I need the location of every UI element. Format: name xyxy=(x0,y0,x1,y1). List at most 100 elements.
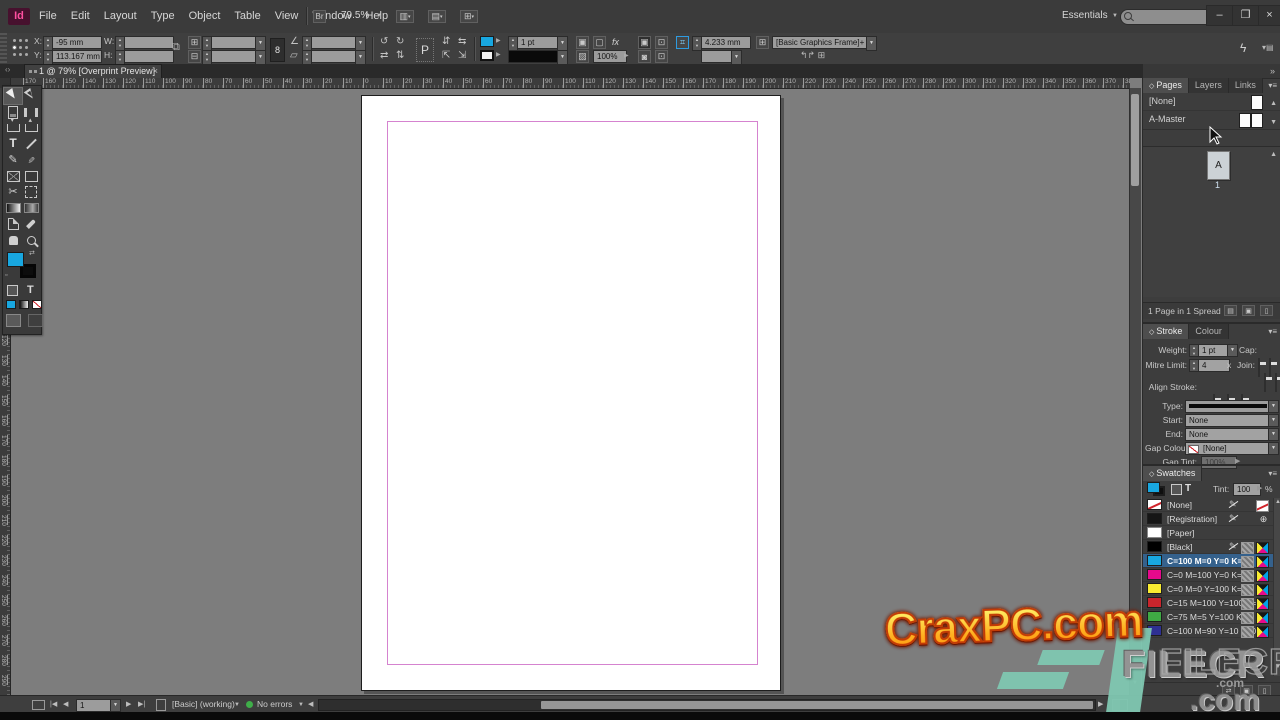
normal-view-button[interactable] xyxy=(6,314,21,327)
scale-y-field[interactable] xyxy=(211,50,257,63)
gradient-feather-tool[interactable] xyxy=(22,200,40,216)
corner-shape-field[interactable] xyxy=(701,50,733,63)
end-field[interactable]: None xyxy=(1185,428,1271,441)
scroll-up-icon[interactable]: ▲ xyxy=(1270,96,1277,112)
wrap-around-button[interactable]: ⊡ xyxy=(655,36,668,49)
menu-edit[interactable]: Edit xyxy=(64,8,97,25)
zoom-tool[interactable] xyxy=(22,232,40,248)
rotate-cw-icon[interactable]: ↻ xyxy=(396,36,404,47)
rotate-content-icon[interactable]: ⇆ xyxy=(458,36,466,47)
page-number-label[interactable]: 1 xyxy=(1207,180,1228,190)
panel-menu-icon[interactable]: ▾≡ xyxy=(1264,324,1280,339)
corner-shape-dropdown[interactable] xyxy=(731,50,742,65)
fill-color-swatch[interactable] xyxy=(480,36,494,47)
tab-swatches[interactable]: ◇ Swatches xyxy=(1143,466,1203,481)
rotation-angle-field[interactable] xyxy=(311,36,357,49)
stroke-type-dropdown[interactable] xyxy=(557,50,568,65)
cap-butt-icon[interactable] xyxy=(1258,358,1260,377)
errors-status-label[interactable]: No errors xyxy=(257,696,292,713)
hand-tool[interactable] xyxy=(4,232,22,248)
formatting-affects-text-button[interactable]: T xyxy=(27,285,34,296)
line-tool[interactable] xyxy=(22,136,40,152)
swatch-row[interactable]: C=100 M=0 Y=0 K=0 xyxy=(1143,554,1273,568)
fit-frame-icon[interactable]: ⇲ xyxy=(458,50,466,61)
horizontal-scrollbar[interactable] xyxy=(318,699,1096,711)
last-page-button[interactable]: ▶| xyxy=(138,696,145,713)
default-fill-stroke-icon[interactable]: ▫ xyxy=(5,272,7,279)
selection-tool[interactable] xyxy=(3,87,23,105)
swatch-row[interactable]: [Black] xyxy=(1143,540,1273,554)
first-page-button[interactable]: |◀ xyxy=(50,696,57,713)
content-collector-tool[interactable] xyxy=(4,116,22,136)
tab-stroke[interactable]: ◇ Stroke xyxy=(1143,324,1190,339)
start-dropdown[interactable] xyxy=(1268,414,1279,427)
swatch-row[interactable]: [None] xyxy=(1143,498,1273,512)
opacity-field[interactable]: 100% xyxy=(593,50,627,63)
horizontal-ruler[interactable]: 170 160 150 140 130 120 110 100 90 80 70 60 50 40 30 20… xyxy=(10,78,1130,89)
preflight-profile-label[interactable]: [Basic] (working) xyxy=(172,696,235,713)
scroll-up-icon[interactable]: ▲ xyxy=(1275,499,1280,505)
fit-content-icon[interactable]: ⇱ xyxy=(442,50,450,61)
fill-dropdown-arrow[interactable]: ▶ xyxy=(496,36,501,47)
flip-both-icon[interactable]: ⇵ xyxy=(442,36,450,47)
effects-button[interactable]: ▢ xyxy=(593,36,606,49)
document-page[interactable] xyxy=(361,95,781,691)
minimize-button[interactable]: – xyxy=(1206,5,1233,26)
stroke-type-field[interactable] xyxy=(508,50,559,63)
object-style-dropdown[interactable] xyxy=(866,36,877,51)
flip-horizontal-icon[interactable]: ⇄ xyxy=(380,50,388,61)
menu-object[interactable]: Object xyxy=(182,8,228,25)
page-number-dropdown[interactable] xyxy=(110,699,121,712)
scale-x-dropdown[interactable] xyxy=(255,36,266,51)
stroke-type-dropdown[interactable] xyxy=(1268,400,1279,413)
type-tool[interactable] xyxy=(4,136,22,152)
scroll-right-icon[interactable]: ▶ xyxy=(1098,696,1103,713)
fill-proxy-small[interactable] xyxy=(1147,482,1160,493)
panel-menu-icon[interactable]: ▾≡ xyxy=(1264,78,1280,93)
mitre-field[interactable]: 4 xyxy=(1198,359,1230,372)
chevron-down-icon[interactable]: ▼ xyxy=(1112,13,1118,19)
tab-layers[interactable]: Layers xyxy=(1188,78,1229,93)
chevron-down-icon[interactable]: ▼ xyxy=(376,13,382,19)
rotate-ccw-icon[interactable]: ↺ xyxy=(380,36,388,47)
preview-view-button[interactable] xyxy=(28,314,43,327)
collapse-dock-icon[interactable]: » xyxy=(1270,66,1275,76)
view-options-button[interactable]: ▥ ▾ xyxy=(396,10,414,23)
x-position-field[interactable]: -95 mm xyxy=(52,36,102,49)
wrap-none-button[interactable]: ▣ xyxy=(638,36,651,49)
menu-view[interactable]: View xyxy=(268,8,306,25)
object-style-field[interactable]: [Basic Graphics Frame]+ xyxy=(772,36,868,49)
cap-round-icon[interactable] xyxy=(1269,358,1271,377)
gap-colour-dropdown[interactable] xyxy=(1268,442,1279,455)
free-transform-tool[interactable] xyxy=(22,184,40,200)
horizontal-scrollbar-thumb[interactable] xyxy=(541,701,1093,709)
panel-options-icon[interactable]: ▾▤ xyxy=(1262,43,1274,52)
next-page-button[interactable]: ▶ xyxy=(126,696,131,713)
page-thumbnail[interactable]: A xyxy=(1207,151,1230,180)
page-number-field[interactable]: 1 xyxy=(76,699,114,712)
scroll-down-icon[interactable]: ▼ xyxy=(1270,115,1277,131)
corner-options-icon[interactable]: ⌗ xyxy=(676,36,689,49)
preset-dropdown-icon[interactable]: ▼ xyxy=(234,702,240,708)
menu-file[interactable]: File xyxy=(32,8,64,25)
eyedropper-tool[interactable] xyxy=(22,216,40,232)
drop-shadow-button[interactable]: ▣ xyxy=(576,36,589,49)
flip-vertical-icon[interactable]: ⇅ xyxy=(396,50,404,61)
formatting-affects-container-button[interactable] xyxy=(7,285,18,296)
direct-selection-tool[interactable] xyxy=(22,88,40,104)
rectangle-tool[interactable] xyxy=(22,168,40,184)
tab-colour[interactable]: Colour xyxy=(1189,324,1229,339)
panel-menu-icon[interactable]: ▾≡ xyxy=(1264,466,1280,481)
fx-button[interactable]: fx xyxy=(612,36,619,49)
screen-mode-button[interactable]: ▤ ▾ xyxy=(428,10,446,23)
apply-gradient-button[interactable] xyxy=(19,300,29,309)
stroke-dropdown-arrow[interactable]: ▶ xyxy=(496,50,501,61)
constrain-proportions-icon[interactable]: ⧉ xyxy=(172,41,180,54)
tab-pages[interactable]: ◇ Pages xyxy=(1143,78,1189,93)
gradient-swatch-tool[interactable] xyxy=(4,200,22,216)
tab-close-icon[interactable]: × xyxy=(153,65,158,78)
stroke-type-field[interactable] xyxy=(1185,400,1271,413)
swatch-row[interactable]: [Registration] xyxy=(1143,512,1273,526)
content-placer-tool[interactable] xyxy=(22,116,40,136)
join-round-icon[interactable] xyxy=(1275,373,1277,392)
